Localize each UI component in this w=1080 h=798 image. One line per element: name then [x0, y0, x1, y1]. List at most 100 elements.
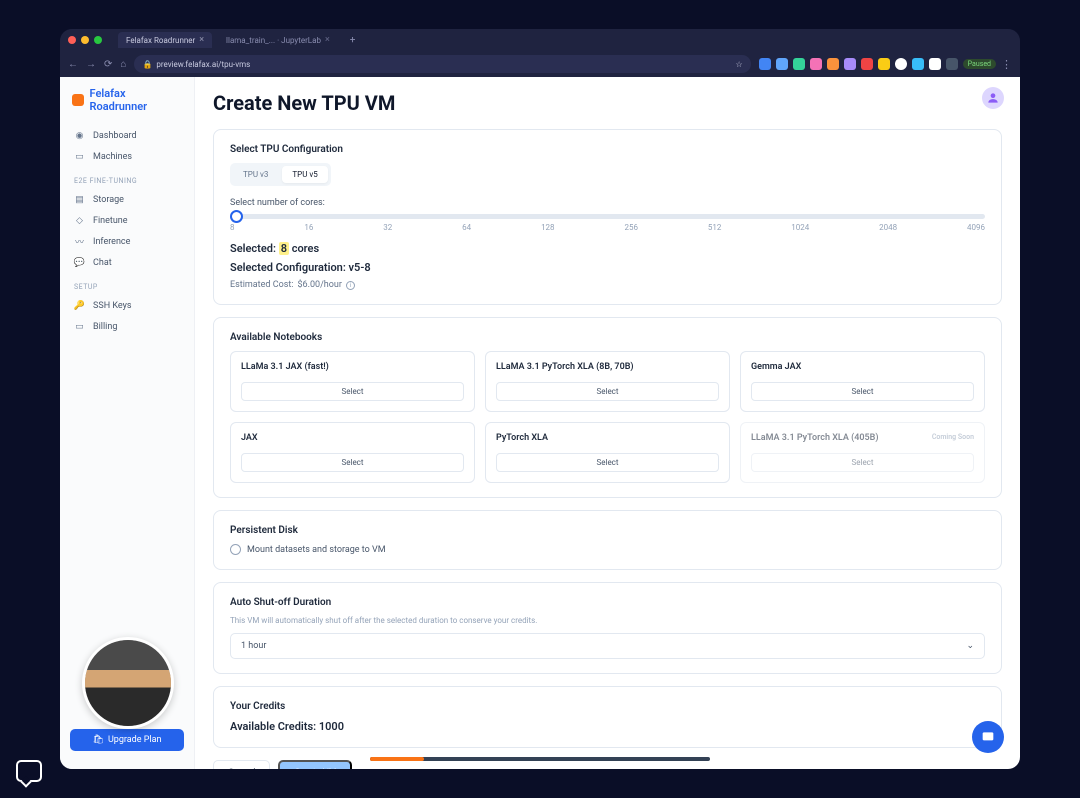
select-notebook-button[interactable]: Select: [751, 382, 974, 401]
tick: 8: [230, 223, 235, 232]
ext-icon[interactable]: [776, 58, 788, 70]
slider-ticks: 8 16 32 64 128 256 512 1024 2048 4096: [230, 223, 985, 232]
credits-value: 1000: [319, 720, 344, 733]
select-notebook-button[interactable]: Select: [496, 382, 719, 401]
url-text: preview.felafax.ai/tpu-vms: [156, 60, 250, 69]
notebook-card-disabled: LLaMA 3.1 PyTorch XLA (405B) Coming Soon…: [740, 422, 985, 483]
section-label: Auto Shut-off Duration: [230, 597, 985, 608]
finetune-icon: ◇: [74, 215, 85, 226]
minimize-window-icon[interactable]: [81, 36, 89, 44]
window-controls[interactable]: [68, 36, 102, 44]
radio-icon[interactable]: [230, 544, 241, 555]
ext-icon[interactable]: [759, 58, 771, 70]
close-window-icon[interactable]: [68, 36, 76, 44]
new-tab-button[interactable]: +: [344, 35, 362, 46]
extensions: Paused ⋮: [759, 58, 1012, 71]
chat-icon: 💬: [74, 257, 85, 268]
ext-icon[interactable]: [912, 58, 924, 70]
ext-icon[interactable]: [895, 58, 907, 70]
video-progress[interactable]: [370, 757, 710, 761]
notebooks-grid: LLaMa 3.1 JAX (fast!) Select LLaMA 3.1 P…: [230, 351, 985, 483]
shutoff-select[interactable]: 1 hour ⌄: [230, 633, 985, 659]
section-label: Persistent Disk: [230, 525, 985, 536]
sidebar-item-dashboard[interactable]: ◉ Dashboard: [60, 125, 194, 146]
create-vm-button[interactable]: Create VM: [278, 760, 352, 769]
chevron-down-icon: ⌄: [966, 641, 974, 651]
upgrade-plan-button[interactable]: 🛍 Upgrade Plan: [70, 729, 184, 751]
info-icon[interactable]: i: [346, 281, 355, 290]
close-tab-icon[interactable]: ×: [325, 35, 330, 45]
sidebar-item-machines[interactable]: ▭ Machines: [60, 146, 194, 167]
auto-shutoff-card: Auto Shut-off Duration This VM will auto…: [213, 582, 1002, 674]
home-button[interactable]: ⌂: [120, 59, 126, 70]
credits-card: Your Credits Available Credits: 1000: [213, 686, 1002, 748]
main-content: Create New TPU VM Select TPU Configurati…: [195, 77, 1020, 769]
select-notebook-button[interactable]: Select: [241, 382, 464, 401]
back-button[interactable]: ←: [68, 59, 78, 70]
sidebar-item-finetune[interactable]: ◇ Finetune: [60, 210, 194, 231]
person-image: [85, 640, 171, 726]
sidebar-item-inference[interactable]: 〰 Inference: [60, 231, 194, 252]
select-value: 1 hour: [241, 641, 266, 651]
ext-icon[interactable]: [929, 58, 941, 70]
cores-slider[interactable]: [230, 214, 985, 219]
intercom-button[interactable]: [972, 721, 1004, 753]
billing-icon: ▭: [74, 321, 85, 332]
close-tab-icon[interactable]: ×: [199, 35, 204, 45]
sidebar-item-label: Finetune: [93, 216, 128, 226]
select-notebook-button[interactable]: Select: [241, 453, 464, 472]
ext-icon[interactable]: [844, 58, 856, 70]
select-notebook-button: Select: [751, 453, 974, 472]
star-icon[interactable]: ☆: [736, 60, 743, 69]
user-avatar[interactable]: [982, 87, 1004, 109]
browser-tab-2[interactable]: llama_train_... · JupyterLab ×: [218, 32, 338, 48]
sidebar-heading: E2E Fine-Tuning: [60, 167, 194, 189]
cancel-button[interactable]: Cancel: [213, 760, 270, 769]
storage-icon: ▤: [74, 194, 85, 205]
persistent-disk-card: Persistent Disk Mount datasets and stora…: [213, 510, 1002, 570]
sidebar-item-label: Inference: [93, 237, 130, 247]
notebook-title: LLaMA 3.1 PyTorch XLA (405B) Coming Soon: [751, 433, 974, 443]
mount-disk-option[interactable]: Mount datasets and storage to VM: [230, 544, 985, 555]
ext-icon[interactable]: [946, 58, 958, 70]
sidebar-item-label: Machines: [93, 152, 132, 162]
machines-icon: ▭: [74, 151, 85, 162]
upgrade-icon: 🛍: [93, 735, 104, 745]
sidebar-item-sshkeys[interactable]: 🔑 SSH Keys: [60, 295, 194, 316]
tick: 32: [383, 223, 392, 232]
ext-icon[interactable]: [861, 58, 873, 70]
paused-badge[interactable]: Paused: [963, 59, 996, 69]
key-icon: 🔑: [74, 300, 85, 311]
dashboard-icon: ◉: [74, 130, 85, 141]
browser-tab-1[interactable]: Felafax Roadrunner ×: [118, 32, 212, 48]
notebook-card: PyTorch XLA Select: [485, 422, 730, 483]
tpu-config-card: Select TPU Configuration TPU v3 TPU v5 S…: [213, 129, 1002, 305]
section-label: Available Notebooks: [230, 332, 985, 343]
sidebar-item-billing[interactable]: ▭ Billing: [60, 316, 194, 337]
select-notebook-button[interactable]: Select: [496, 453, 719, 472]
url-input[interactable]: 🔒 preview.felafax.ai/tpu-vms ☆: [134, 55, 750, 73]
user-icon: [986, 91, 1000, 105]
notebook-title: Gemma JAX: [751, 362, 974, 372]
ext-icon[interactable]: [810, 58, 822, 70]
ext-icon[interactable]: [878, 58, 890, 70]
comment-icon[interactable]: [16, 760, 42, 782]
sidebar-item-label: Billing: [93, 322, 117, 332]
inference-icon: 〰: [74, 236, 85, 247]
tab-tpu-v3[interactable]: TPU v3: [233, 166, 278, 183]
tick: 128: [541, 223, 555, 232]
brand[interactable]: Felafax Roadrunner: [60, 87, 194, 125]
ext-icon[interactable]: [793, 58, 805, 70]
notebook-title: LLaMa 3.1 JAX (fast!): [241, 362, 464, 372]
sidebar-item-storage[interactable]: ▤ Storage: [60, 189, 194, 210]
maximize-window-icon[interactable]: [94, 36, 102, 44]
forward-button[interactable]: →: [86, 59, 96, 70]
sidebar-item-chat[interactable]: 💬 Chat: [60, 252, 194, 273]
video-frame: Felafax Roadrunner × llama_train_... · J…: [60, 29, 1020, 769]
menu-icon[interactable]: ⋮: [1001, 58, 1012, 71]
tab-tpu-v5[interactable]: TPU v5: [282, 166, 327, 183]
slider-thumb[interactable]: [230, 210, 243, 223]
reload-button[interactable]: ⟳: [104, 59, 112, 70]
ext-icon[interactable]: [827, 58, 839, 70]
section-label: Your Credits: [230, 701, 985, 712]
